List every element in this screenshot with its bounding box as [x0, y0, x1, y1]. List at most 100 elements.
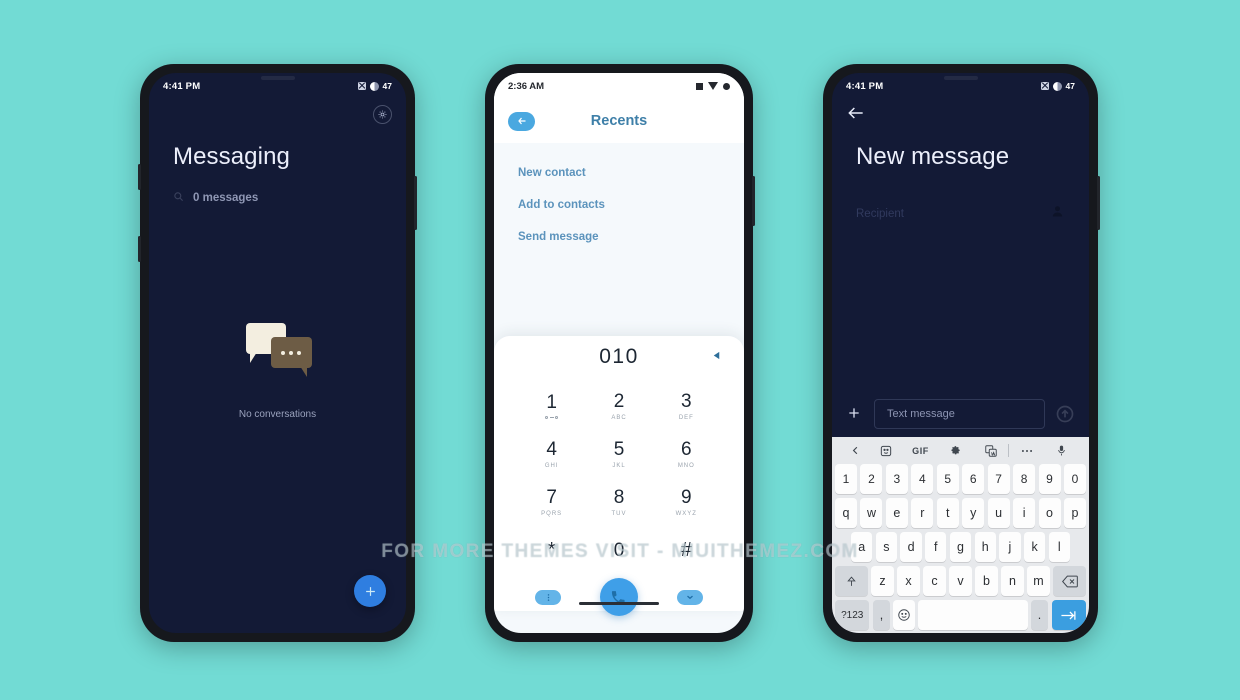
key-x[interactable]: x [897, 566, 920, 596]
chevron-down-icon[interactable] [676, 589, 703, 605]
messaging-app: 4:41 PM 47 Messaging 0 messages No conve… [149, 73, 406, 633]
empty-state-text: No conversations [238, 409, 317, 420]
attach-plus-icon[interactable] [846, 405, 864, 423]
dialpad-actions [494, 574, 744, 616]
shift-arrow-up-icon[interactable] [835, 566, 868, 596]
key-3[interactable]: 3 [885, 464, 908, 494]
gear-icon[interactable] [373, 104, 392, 124]
back-button[interactable] [508, 111, 535, 131]
microphone-icon[interactable] [1044, 437, 1079, 464]
volume-down-button[interactable] [138, 236, 141, 262]
period-key[interactable]: . [1030, 600, 1049, 630]
translate-icon[interactable] [973, 437, 1008, 464]
key-letters: GHI [544, 462, 559, 469]
recipient-field[interactable]: Recipient [832, 199, 1089, 229]
more-options-icon[interactable] [535, 589, 562, 605]
key-7[interactable]: 7 [987, 464, 1010, 494]
home-gesture-pill[interactable] [579, 602, 659, 605]
send-icon[interactable] [1055, 404, 1075, 424]
dialpad-key-star[interactable]: * [518, 526, 585, 574]
key-i[interactable]: i [1013, 498, 1036, 528]
key-j[interactable]: j [999, 532, 1021, 562]
dialpad-key-4[interactable]: 4 GHI [518, 430, 585, 478]
space-key[interactable] [918, 600, 1028, 630]
key-t[interactable]: t [936, 498, 959, 528]
key-h[interactable]: h [974, 532, 996, 562]
chevron-left-icon[interactable] [842, 437, 868, 464]
key-letters: DEF [678, 414, 694, 421]
menu-item-add-to-contacts[interactable]: Add to contacts [494, 189, 744, 221]
key-g[interactable]: g [949, 532, 972, 562]
dialpad-key-2[interactable]: 2 ABC [585, 382, 652, 430]
back-button[interactable] [846, 103, 868, 125]
key-k[interactable]: k [1023, 532, 1046, 562]
sticker-icon[interactable] [868, 437, 903, 464]
dialpad-key-8[interactable]: 8 TUV [585, 478, 652, 526]
key-digit: # [680, 539, 692, 561]
key-z[interactable]: z [871, 566, 894, 596]
key-v[interactable]: v [949, 566, 972, 596]
key-b[interactable]: b [975, 566, 998, 596]
key-q[interactable]: q [835, 498, 858, 528]
volume-up-button[interactable] [138, 164, 141, 190]
power-button[interactable] [414, 176, 417, 230]
key-digit: 7 [546, 486, 557, 508]
key-a[interactable]: a [851, 532, 873, 562]
call-button[interactable] [599, 578, 638, 616]
key-f[interactable]: f [925, 532, 947, 562]
key-2[interactable]: 2 [860, 464, 883, 494]
key-c[interactable]: c [923, 566, 946, 596]
key-5[interactable]: 5 [936, 464, 959, 494]
message-input[interactable]: Text message [874, 399, 1045, 429]
key-m[interactable]: m [1027, 566, 1050, 596]
key-o[interactable]: o [1038, 498, 1061, 528]
menu-item-new-contact[interactable]: New contact [494, 157, 744, 189]
dialpad-key-5[interactable]: 5 JKL [585, 430, 652, 478]
backspace-triangle-icon[interactable] [711, 348, 722, 366]
dialpad-key-3[interactable]: 3 DEF [653, 382, 720, 430]
key-letters: PQRS [541, 510, 563, 517]
dialpad-key-1[interactable]: 1 [518, 382, 585, 430]
menu-item-send-message[interactable]: Send message [494, 221, 744, 253]
symbols-key[interactable]: ?123 [835, 600, 870, 630]
comma-key[interactable]: , [872, 600, 890, 630]
key-l[interactable]: l [1048, 532, 1070, 562]
key-p[interactable]: p [1063, 498, 1086, 528]
gear-icon[interactable] [938, 437, 973, 464]
key-0[interactable]: 0 [1063, 464, 1086, 494]
key-letters: ABC [611, 414, 627, 421]
dial-display[interactable]: 010 [494, 336, 744, 378]
power-button[interactable] [752, 176, 755, 226]
more-horizontal-icon[interactable] [1009, 437, 1044, 464]
key-digit: 3 [681, 390, 692, 412]
dialpad-key-6[interactable]: 6 MNO [653, 430, 720, 478]
search-placeholder: 0 messages [193, 192, 259, 204]
key-r[interactable]: r [911, 498, 934, 528]
dialpad-key-0[interactable]: 0 [585, 526, 652, 574]
key-8[interactable]: 8 [1013, 464, 1036, 494]
search-input[interactable]: 0 messages [173, 185, 382, 211]
key-6[interactable]: 6 [962, 464, 985, 494]
new-conversation-fab[interactable] [354, 575, 386, 607]
key-y[interactable]: y [962, 498, 985, 528]
key-d[interactable]: d [900, 532, 922, 562]
person-icon[interactable] [1050, 204, 1065, 224]
key-s[interactable]: s [875, 532, 898, 562]
enter-arrow-icon[interactable] [1051, 600, 1086, 630]
backspace-icon[interactable] [1053, 566, 1086, 596]
key-4[interactable]: 4 [911, 464, 934, 494]
keyboard-row-bottom: ?123 , . [832, 600, 1089, 633]
key-e[interactable]: e [885, 498, 908, 528]
power-button[interactable] [1097, 176, 1100, 230]
dialpad-key-9[interactable]: 9 WXYZ [653, 478, 720, 526]
key-1[interactable]: 1 [835, 464, 858, 494]
key-w[interactable]: w [860, 498, 883, 528]
key-9[interactable]: 9 [1038, 464, 1061, 494]
key-u[interactable]: u [987, 498, 1010, 528]
dialpad-key-hash[interactable]: # [653, 526, 720, 574]
key-n[interactable]: n [1001, 566, 1024, 596]
dialpad-key-7[interactable]: 7 PQRS [518, 478, 585, 526]
emoji-smiley-icon[interactable] [893, 600, 915, 630]
sim-off-icon [1040, 82, 1049, 90]
gif-icon[interactable]: GIF [903, 437, 938, 464]
